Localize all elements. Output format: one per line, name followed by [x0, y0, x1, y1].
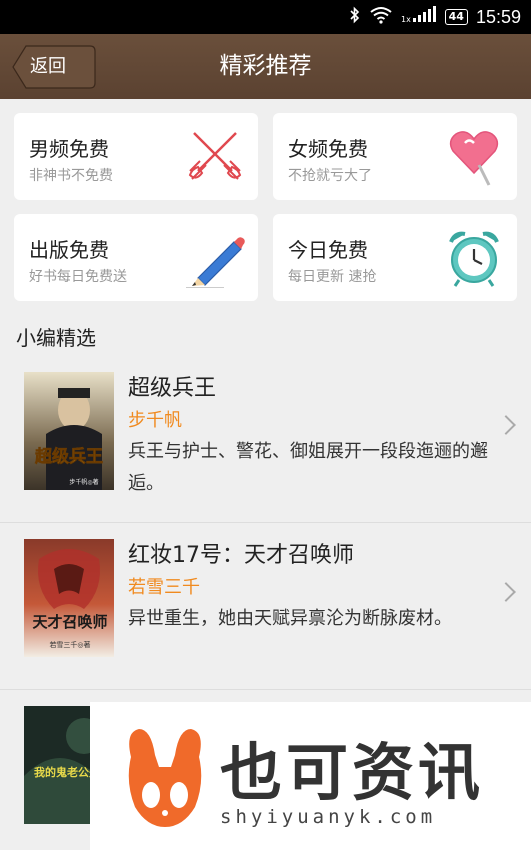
bluetooth-icon — [349, 6, 361, 28]
wifi-icon — [369, 6, 393, 28]
clock: 15:59 — [475, 6, 521, 27]
svg-text:天才召唤师: 天才召唤师 — [32, 613, 107, 631]
svg-text:超级兵王: 超级兵王 — [35, 446, 103, 467]
svg-text:步千帆◎著: 步千帆◎著 — [69, 478, 98, 486]
rabbit-logo-icon — [128, 729, 202, 827]
chevron-right-icon — [496, 582, 516, 602]
crossed-swords-icon — [188, 132, 242, 180]
category-subtitle: 每日更新 速抢 — [288, 269, 377, 285]
battery-icon: 44 — [444, 9, 468, 25]
category-card-publish-free[interactable]: 出版免费 好书每日免费送 — [14, 214, 258, 301]
category-title: 今日免费 — [288, 238, 368, 262]
watermark-name: 也可资讯 — [220, 736, 485, 809]
book-description: 异世重生，她由天赋异禀沦为断脉废材。 — [128, 608, 452, 629]
status-bar: 1x 44 15:59 — [0, 0, 531, 34]
back-button[interactable]: 返回 — [30, 45, 66, 89]
signal-icon: 1x — [401, 6, 437, 28]
book-row[interactable]: 超级兵王 步千帆◎著 超级兵王 步千帆 兵王与护士、警花、御姐展开一段段迤逦的邂… — [0, 356, 531, 523]
book-cover: 天才召唤师 若雪三千◎著 — [24, 539, 114, 657]
book-cover: 超级兵王 步千帆◎著 — [24, 372, 114, 490]
alarm-clock-icon — [449, 231, 499, 287]
category-card-today-free[interactable]: 今日免费 每日更新 速抢 — [273, 214, 517, 301]
book-title: 红妆17号：天才召唤师 — [128, 543, 354, 568]
title-bar: 精彩推荐 返回 — [0, 34, 531, 99]
category-card-male-free[interactable]: 男频免费 非神书不免费 — [14, 113, 258, 200]
section-title: 小编精选 — [16, 326, 96, 350]
category-title: 女频免费 — [288, 137, 368, 161]
heart-lollipop-icon — [449, 131, 499, 186]
watermark-url: shyiyuanyk.com — [220, 806, 437, 828]
book-author: 若雪三千 — [128, 577, 200, 598]
watermark-banner: 也可资讯 shyiyuanyk.com — [90, 702, 531, 850]
book-description: 兵王与护士、警花、御姐展开一段段迤逦的邂逅。 — [128, 441, 488, 494]
category-subtitle: 不抢就亏大了 — [288, 168, 372, 184]
book-row[interactable]: 天才召唤师 若雪三千◎著 红妆17号：天才召唤师 若雪三千 异世重生，她由天赋异… — [0, 523, 531, 690]
book-title: 超级兵王 — [128, 376, 217, 401]
category-subtitle: 好书每日免费送 — [29, 269, 127, 285]
svg-text:若雪三千◎著: 若雪三千◎著 — [49, 640, 90, 649]
svg-text:1x: 1x — [401, 15, 411, 24]
category-title: 男频免费 — [29, 137, 109, 161]
category-subtitle: 非神书不免费 — [29, 168, 113, 184]
category-card-female-free[interactable]: 女频免费 不抢就亏大了 — [273, 113, 517, 200]
pencil-icon — [186, 237, 245, 288]
book-author: 步千帆 — [128, 410, 182, 431]
category-title: 出版免费 — [29, 238, 109, 262]
chevron-right-icon — [496, 415, 516, 435]
